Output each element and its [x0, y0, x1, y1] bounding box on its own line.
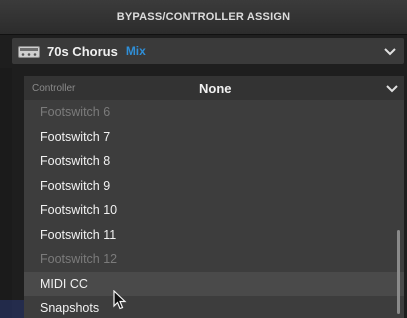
option-midi-cc[interactable]: MIDI CC	[24, 271, 404, 296]
mouse-cursor-icon	[113, 289, 127, 315]
option-footswitch-8[interactable]: Footswitch 8	[24, 149, 404, 174]
option-footswitch-7[interactable]: Footswitch 7	[24, 125, 404, 150]
option-footswitch-6: Footswitch 6	[40, 105, 111, 119]
controller-options-list[interactable]: Footswitch 6 Footswitch 7 Footswitch 8 F…	[24, 100, 404, 318]
option-footswitch-12: Footswitch 12	[40, 252, 118, 266]
option-footswitch-9[interactable]: Footswitch 9	[24, 174, 404, 199]
effect-selector[interactable]: 70s Chorus Mix	[12, 38, 404, 64]
chevron-down-icon[interactable]	[386, 81, 398, 99]
chevron-down-icon[interactable]	[384, 44, 396, 62]
pedal-icon	[18, 45, 40, 58]
controller-value: None	[199, 80, 232, 96]
option-footswitch-10[interactable]: Footswitch 10	[24, 198, 404, 223]
bypass-controller-assign-panel: BYPASS/CONTROLLER ASSIGN 70s Chorus Mix …	[0, 0, 407, 318]
option-snapshots[interactable]: Snapshots	[24, 296, 404, 318]
controller-label: Controller	[32, 82, 76, 94]
controller-dropdown[interactable]: Controller None	[24, 76, 404, 100]
background-strip	[0, 300, 24, 318]
left-gutter	[0, 68, 12, 318]
panel-title: BYPASS/CONTROLLER ASSIGN	[116, 11, 291, 23]
effect-name: 70s Chorus	[47, 43, 118, 59]
effect-parameter: Mix	[125, 44, 146, 58]
list-scrollbar[interactable]	[397, 230, 400, 314]
panel-header: BYPASS/CONTROLLER ASSIGN	[0, 0, 407, 35]
option-footswitch-11[interactable]: Footswitch 11	[24, 223, 404, 248]
